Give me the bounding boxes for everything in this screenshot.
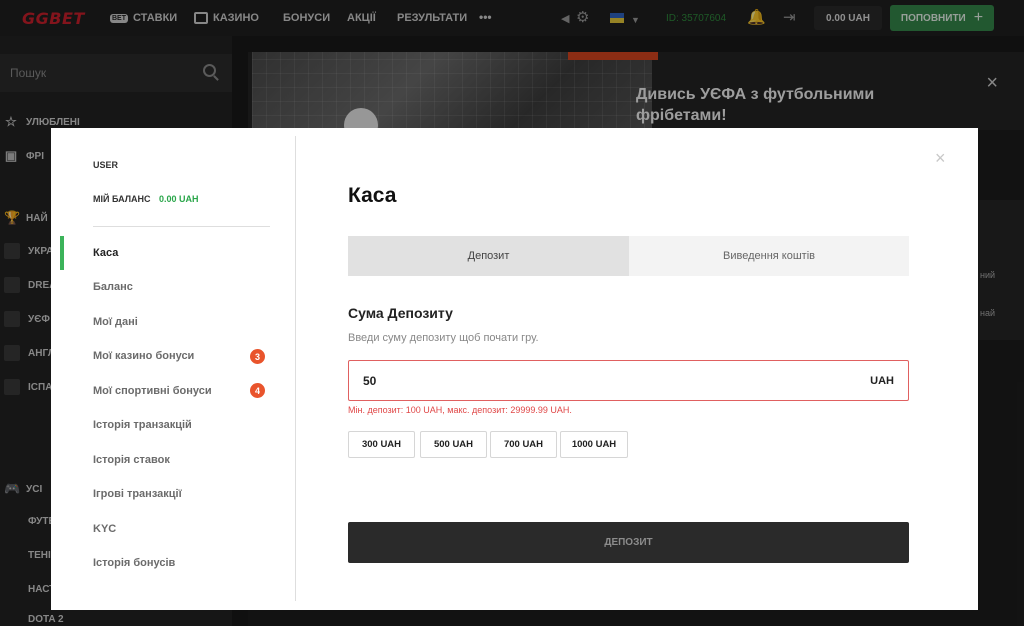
menu-item-bet-history[interactable]: Історія ставок [93, 454, 170, 466]
menu-item-my-data[interactable]: Мої дані [93, 316, 138, 328]
quick-amount-700-button[interactable]: 700 UAH [490, 431, 557, 458]
deposit-amount-input[interactable] [363, 373, 871, 388]
deposit-limit-error: Мін. депозит: 100 UAH, макс. депозит: 29… [348, 405, 572, 415]
sport-bonuses-count-badge: 4 [250, 383, 265, 398]
cashier-modal: × USER МІЙ БАЛАНС 0.00 UAH Каса Баланс М… [51, 128, 978, 610]
quick-amount-1000-button[interactable]: 1000 UAH [560, 431, 628, 458]
balance-label: МІЙ БАЛАНС [93, 194, 151, 204]
cashier-tabs: Депозит Виведення коштів [348, 236, 909, 276]
menu-item-kyc[interactable]: KYC [93, 523, 116, 535]
deposit-submit-button[interactable]: ДЕПОЗИТ [348, 522, 909, 563]
tab-deposit[interactable]: Депозит [348, 236, 629, 276]
active-menu-indicator [60, 236, 64, 270]
amount-currency: UAH [870, 374, 894, 387]
page-title: Каса [348, 184, 397, 207]
deposit-hint: Введи суму депозиту щоб почати гру. [348, 332, 539, 344]
deposit-amount-heading: Сума Депозиту [348, 305, 453, 321]
quick-amount-300-button[interactable]: 300 UAH [348, 431, 415, 458]
menu-item-cashier[interactable]: Каса [93, 247, 118, 259]
menu-item-balance[interactable]: Баланс [93, 281, 133, 293]
close-icon[interactable]: × [935, 149, 946, 167]
sidebar-divider [295, 136, 296, 601]
menu-item-bonus-history[interactable]: Історія бонусів [93, 557, 175, 569]
balance-value: 0.00 UAH [159, 194, 199, 204]
menu-item-casino-bonuses[interactable]: Мої казино бонуси [93, 350, 194, 362]
menu-item-transaction-history[interactable]: Історія транзакцій [93, 419, 192, 431]
deposit-amount-field[interactable]: UAH [348, 360, 909, 401]
menu-item-game-transactions[interactable]: Ігрові транзакції [93, 488, 182, 500]
tab-withdrawal[interactable]: Виведення коштів [629, 236, 909, 276]
username: USER [93, 160, 119, 170]
menu-divider [93, 226, 270, 227]
quick-amount-500-button[interactable]: 500 UAH [420, 431, 487, 458]
casino-bonuses-count-badge: 3 [250, 349, 265, 364]
menu-item-sport-bonuses[interactable]: Мої спортивні бонуси [93, 385, 212, 397]
